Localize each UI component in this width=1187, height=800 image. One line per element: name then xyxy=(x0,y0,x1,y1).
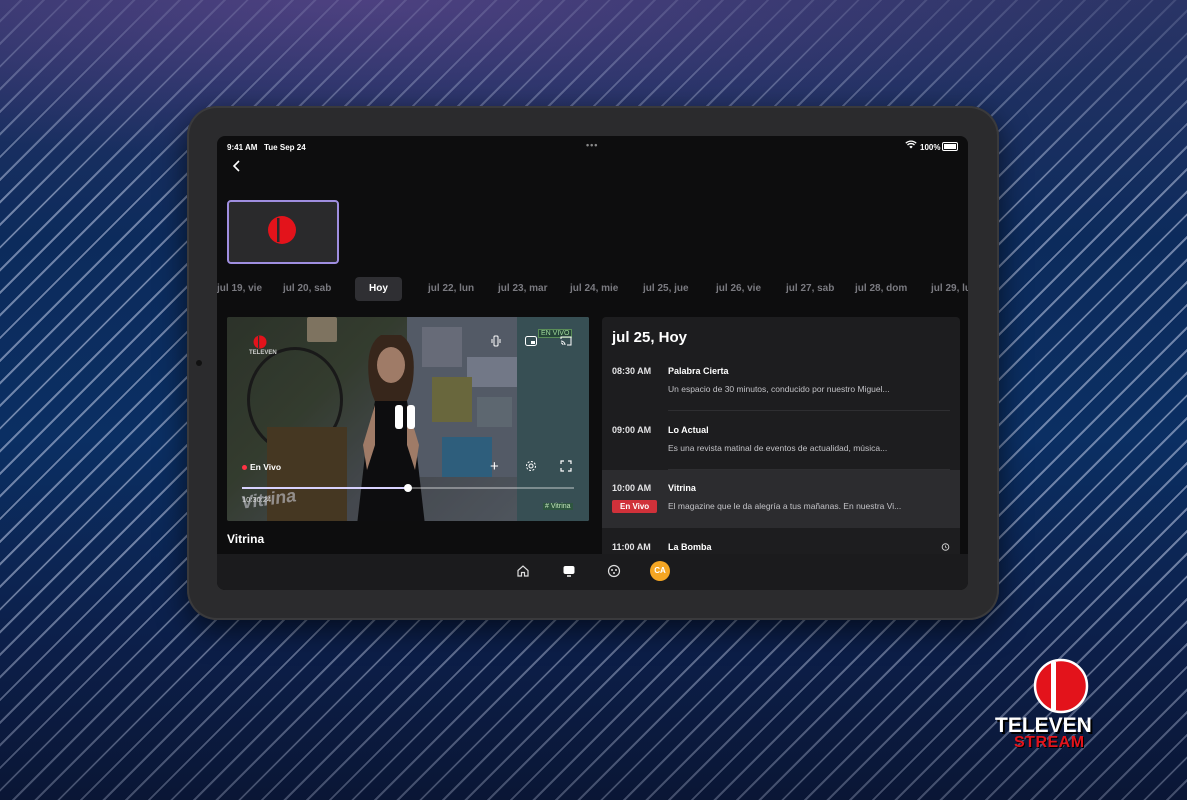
schedule-program-name: Palabra Cierta xyxy=(668,366,729,376)
date-chip[interactable]: jul 26, vie xyxy=(716,277,761,301)
schedule-heading: jul 25, Hoy xyxy=(612,329,688,346)
status-bar: 9:41 AM Tue Sep 24 ••• 100% xyxy=(217,136,968,158)
progress-fill xyxy=(242,487,408,489)
date-chip[interactable]: jul 29, lu xyxy=(931,277,968,301)
pause-button[interactable] xyxy=(395,405,419,434)
date-chip[interactable]: Hoy xyxy=(355,277,402,301)
date-chip[interactable]: jul 27, sab xyxy=(786,277,834,301)
live-badge: En Vivo xyxy=(612,500,658,513)
current-show-title: Vitrina xyxy=(227,532,265,546)
schedule-time: 09:00 AM xyxy=(612,425,652,435)
schedule-program-name: La Bomba xyxy=(668,542,712,552)
schedule-program-desc: El magazine que le da alegría a tus maña… xyxy=(668,501,902,511)
live-indicator: En Vivo xyxy=(242,462,281,472)
date-chip[interactable]: jul 20, sab xyxy=(283,277,331,301)
schedule-program-desc: Un espacio de 30 minutos, conducido por … xyxy=(668,384,890,394)
status-time: 9:41 AM xyxy=(227,143,258,152)
schedule-row[interactable]: 09:00 AM Lo Actual Es una revista matinal … xyxy=(602,412,960,470)
televen-brand-logo-icon xyxy=(1033,658,1089,719)
home-icon[interactable] xyxy=(516,564,530,581)
date-chip[interactable]: jul 25, jue xyxy=(643,277,689,301)
live-dot-icon xyxy=(242,465,247,471)
progress-knob[interactable] xyxy=(404,484,412,492)
schedule-row[interactable]: 08:30 AM Palabra Cierta Un espacio de 30 m… xyxy=(602,353,960,411)
date-selector: jul 19, vie jul 20, sab Hoy jul 22, lun jul … xyxy=(217,277,968,303)
tablet-camera xyxy=(196,360,202,366)
show-hashtag: # Vitrina xyxy=(543,503,573,510)
picture-in-picture-icon[interactable] xyxy=(525,335,537,350)
battery-icon xyxy=(942,142,958,151)
date-chip[interactable]: jul 28, dom xyxy=(855,277,907,301)
cast-icon[interactable] xyxy=(560,335,572,350)
video-player[interactable]: TELEVEN EN VIVO En Vivo + Vitrina 10:30:… xyxy=(227,317,589,521)
timecode: 10:30:24 xyxy=(242,495,272,504)
gear-icon[interactable] xyxy=(525,460,537,475)
schedule-program-name: Lo Actual xyxy=(668,425,709,435)
brand-subwordmark: STREAM xyxy=(1014,734,1085,751)
back-chevron-icon[interactable] xyxy=(231,159,251,179)
add-icon[interactable]: + xyxy=(490,458,499,475)
schedule-program-desc: Es una revista matinal de eventos de act… xyxy=(668,443,888,453)
tv-icon[interactable] xyxy=(562,564,576,581)
battery-percent: 100% xyxy=(920,143,941,152)
multitask-dots-icon[interactable]: ••• xyxy=(586,140,598,150)
tablet-frame: 9:41 AM Tue Sep 24 ••• 100% jul 19, vie j… xyxy=(187,106,999,620)
avatar[interactable]: CA xyxy=(650,561,670,581)
date-chip[interactable]: jul 24, mie xyxy=(570,277,618,301)
vibrate-icon[interactable] xyxy=(490,335,502,350)
televen-logo-icon xyxy=(267,215,297,250)
wifi-icon xyxy=(905,140,917,151)
televen-stream-brand: TELEVEN STREAM xyxy=(995,658,1135,758)
status-date: Tue Sep 24 xyxy=(264,143,306,152)
schedule-time: 11:00 AM xyxy=(612,542,651,552)
explore-icon[interactable] xyxy=(607,564,621,581)
schedule-row[interactable]: 10:00 AM Vitrina El magazine que le da ale… xyxy=(602,470,960,528)
schedule-program-name: Vitrina xyxy=(668,483,696,493)
schedule-row[interactable]: 11:00 AM La Bomba xyxy=(602,529,960,557)
fullscreen-icon[interactable] xyxy=(560,460,572,475)
date-chip[interactable]: jul 19, vie xyxy=(217,277,262,301)
live-indicator-label: En Vivo xyxy=(250,462,282,472)
row-divider xyxy=(668,410,950,411)
schedule-time: 10:00 AM xyxy=(612,483,652,493)
reminder-alarm-icon[interactable] xyxy=(941,542,950,553)
schedule-time: 08:30 AM xyxy=(612,366,652,376)
schedule-panel: jul 25, Hoy 08:30 AM Palabra Cierta Un esp… xyxy=(602,317,960,557)
progress-bar[interactable] xyxy=(242,484,574,492)
app-screen: 9:41 AM Tue Sep 24 ••• 100% jul 19, vie j… xyxy=(217,136,968,590)
televen-watermark-text: TELEVEN xyxy=(249,350,277,356)
date-chip[interactable]: jul 23, mar xyxy=(498,277,547,301)
bottom-nav: CA xyxy=(217,554,968,590)
date-chip[interactable]: jul 22, lun xyxy=(428,277,474,301)
channel-card-televen[interactable] xyxy=(227,200,339,264)
